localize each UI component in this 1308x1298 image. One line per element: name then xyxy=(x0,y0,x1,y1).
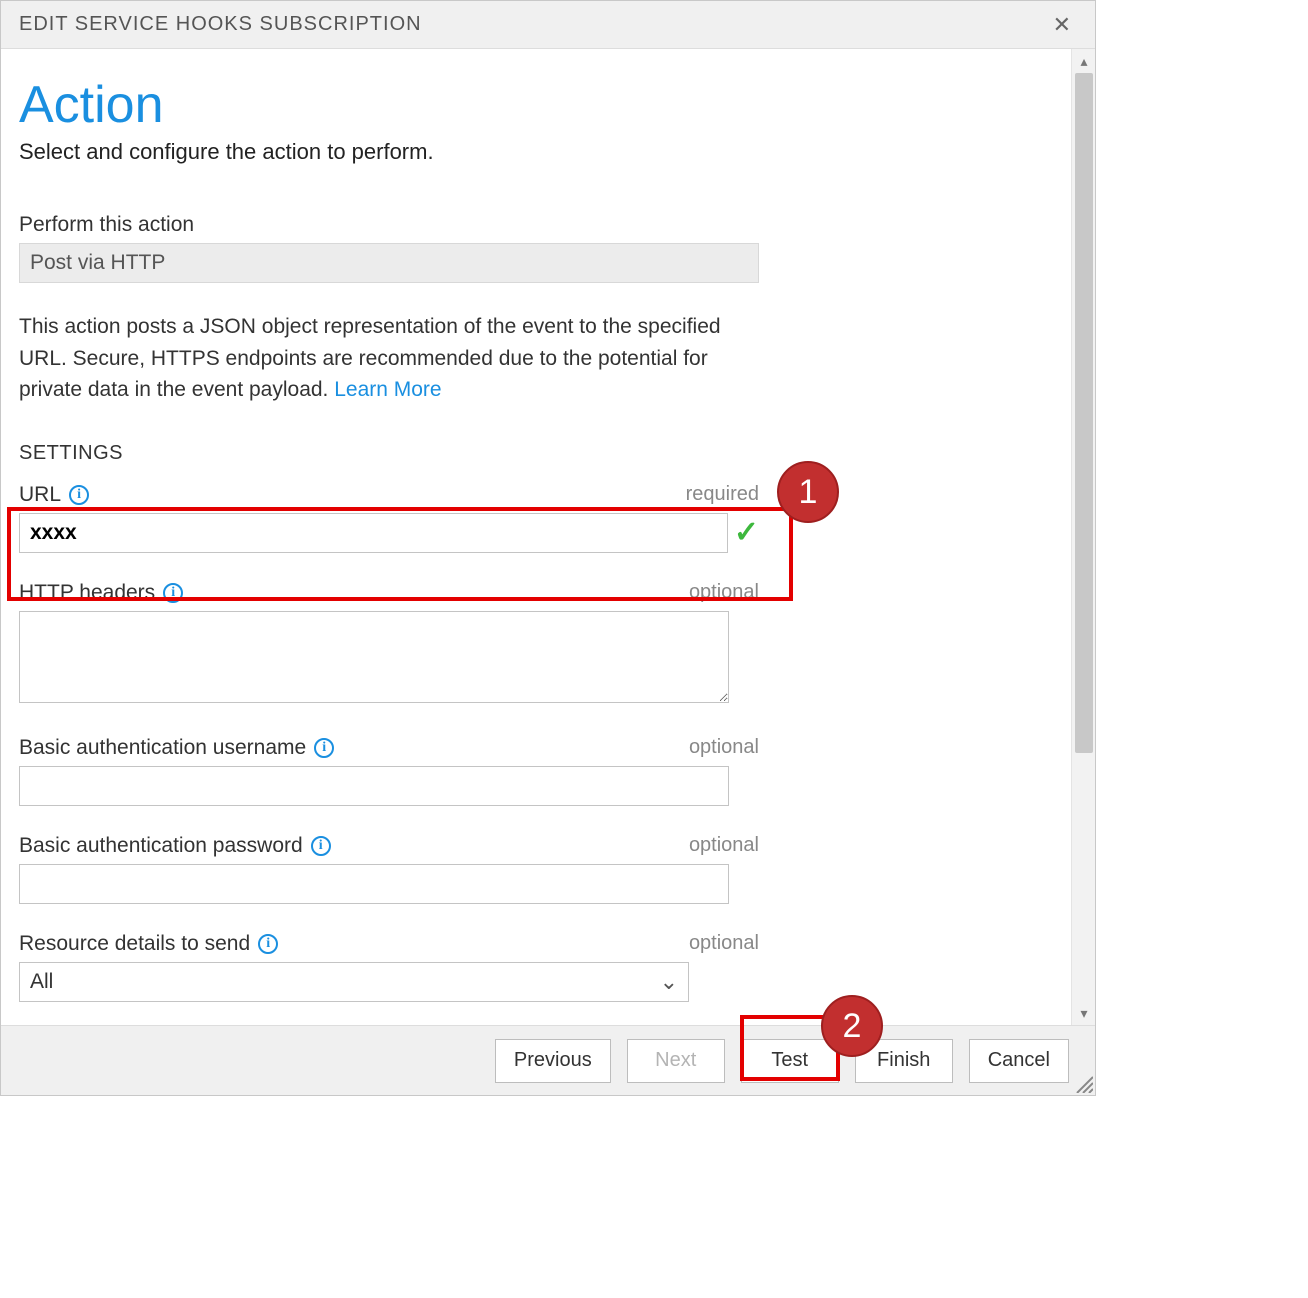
info-icon[interactable]: i xyxy=(69,485,89,505)
cancel-button[interactable]: Cancel xyxy=(969,1039,1069,1083)
basic-auth-password-label: Basic authentication password xyxy=(19,834,303,858)
info-icon[interactable]: i xyxy=(163,583,183,603)
dialog-title: EDIT SERVICE HOOKS SUBSCRIPTION xyxy=(19,13,422,36)
service-hooks-dialog: EDIT SERVICE HOOKS SUBSCRIPTION ✕ Action… xyxy=(0,0,1096,1096)
resource-details-label: Resource details to send xyxy=(19,932,250,956)
content-area: Action Select and configure the action t… xyxy=(1,49,1063,1025)
page-title: Action xyxy=(19,75,1045,135)
basic-auth-password-field: Basic authentication password i optional xyxy=(19,834,759,904)
perform-action-field: Perform this action Post via HTTP xyxy=(19,213,759,283)
resource-details-field: Resource details to send i optional All … xyxy=(19,932,759,1002)
http-headers-hint: optional xyxy=(689,581,759,604)
info-icon[interactable]: i xyxy=(258,934,278,954)
scroll-down-icon[interactable]: ▾ xyxy=(1072,1001,1095,1025)
resource-details-select[interactable]: All ⌄ xyxy=(19,962,689,1002)
scroll-thumb[interactable] xyxy=(1075,73,1093,753)
previous-button[interactable]: Previous xyxy=(495,1039,611,1083)
url-label: URL xyxy=(19,483,61,507)
perform-action-value: Post via HTTP xyxy=(19,243,759,283)
page-subtitle: Select and configure the action to perfo… xyxy=(19,139,1045,165)
url-input[interactable] xyxy=(19,513,728,553)
close-icon[interactable]: ✕ xyxy=(1047,10,1077,40)
basic-auth-username-input[interactable] xyxy=(19,766,729,806)
scroll-up-icon[interactable]: ▴ xyxy=(1072,49,1095,73)
annotation-callout-2: 2 xyxy=(821,995,883,1057)
learn-more-link[interactable]: Learn More xyxy=(334,378,441,401)
action-description: This action posts a JSON object represen… xyxy=(19,311,759,406)
resource-details-value: All xyxy=(30,970,53,994)
test-button[interactable]: Test xyxy=(741,1039,839,1083)
dialog-titlebar: EDIT SERVICE HOOKS SUBSCRIPTION ✕ xyxy=(1,1,1095,49)
dialog-body: Action Select and configure the action t… xyxy=(1,49,1095,1025)
settings-heading: SETTINGS xyxy=(19,442,1045,465)
next-button: Next xyxy=(627,1039,725,1083)
resource-details-hint: optional xyxy=(689,932,759,955)
url-hint: required xyxy=(686,483,759,506)
vertical-scrollbar[interactable]: ▴ ▾ xyxy=(1071,49,1095,1025)
info-icon[interactable]: i xyxy=(311,836,331,856)
chevron-down-icon: ⌄ xyxy=(660,969,678,995)
basic-auth-username-label: Basic authentication username xyxy=(19,736,306,760)
annotation-callout-1: 1 xyxy=(777,461,839,523)
info-icon[interactable]: i xyxy=(314,738,334,758)
url-field: URL i required ✓ xyxy=(19,483,759,553)
http-headers-label: HTTP headers xyxy=(19,581,155,605)
check-icon: ✓ xyxy=(734,515,759,550)
basic-auth-password-input[interactable] xyxy=(19,864,729,904)
perform-action-label: Perform this action xyxy=(19,213,194,237)
basic-auth-username-field: Basic authentication username i optional xyxy=(19,736,759,806)
http-headers-input[interactable] xyxy=(19,611,729,703)
basic-auth-username-hint: optional xyxy=(689,736,759,759)
http-headers-field: HTTP headers i optional xyxy=(19,581,759,708)
resize-handle-icon[interactable] xyxy=(1073,1073,1093,1093)
basic-auth-password-hint: optional xyxy=(689,834,759,857)
dialog-footer: Previous Next Test Finish Cancel xyxy=(1,1025,1095,1095)
